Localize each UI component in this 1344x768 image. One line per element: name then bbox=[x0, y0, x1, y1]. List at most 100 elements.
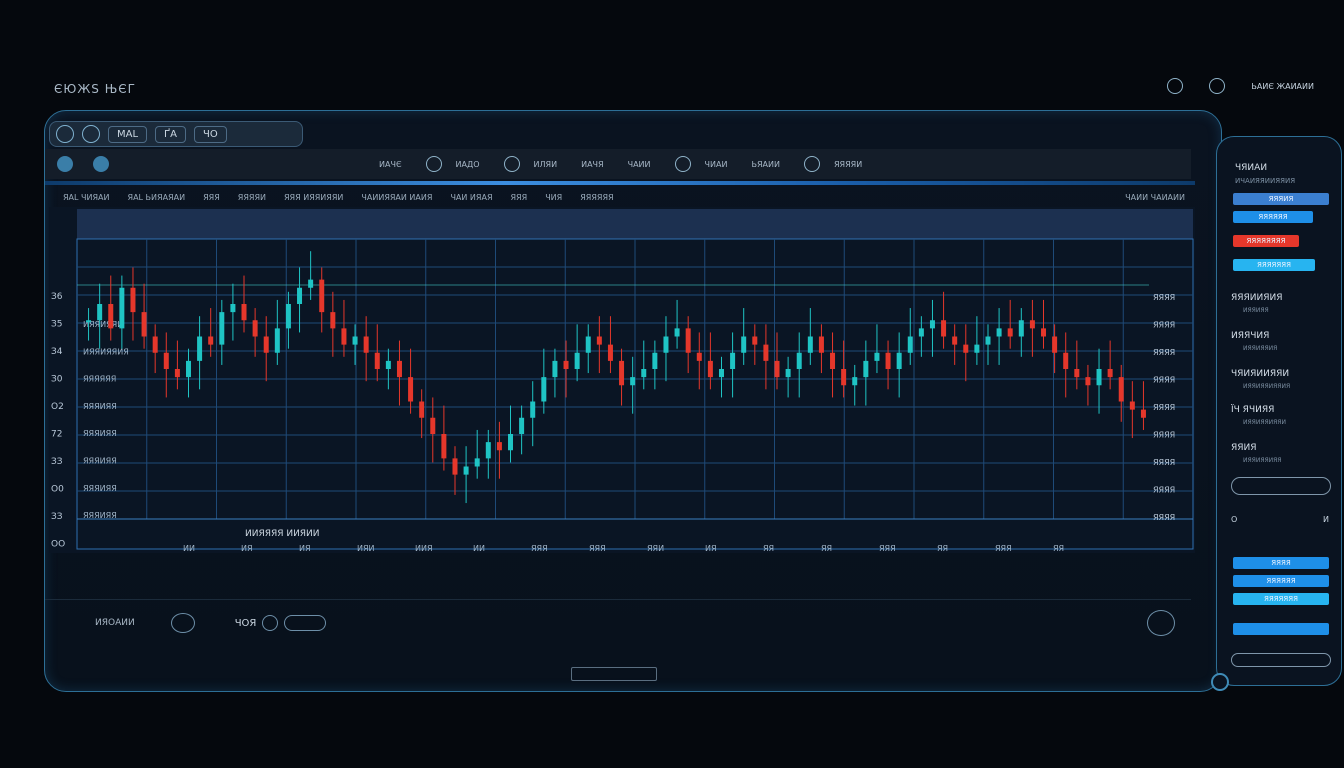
chart-icon[interactable] bbox=[425, 156, 442, 172]
candle-body bbox=[363, 336, 369, 353]
candle-body bbox=[452, 458, 458, 475]
toolbar-item[interactable]: ЧИАИ bbox=[705, 160, 728, 169]
candle-body bbox=[674, 328, 680, 337]
panel-range: О И bbox=[1231, 515, 1329, 524]
panel-bottom-button[interactable]: ЯЯЯЯЯЯ bbox=[1233, 575, 1329, 587]
toolbar: ИАЧЄ ИАДО ИЛЯИ ИАЧЯ ЧАИИ ЧИАИ ЬЯАИИ ЯЯЯЯ… bbox=[45, 149, 1191, 179]
candle-body bbox=[530, 401, 536, 418]
refresh-icon[interactable] bbox=[82, 125, 100, 143]
candle-body bbox=[396, 360, 402, 378]
toolbar-item[interactable]: ИАДО bbox=[456, 160, 480, 169]
candle-body bbox=[219, 312, 225, 345]
candle-body bbox=[774, 360, 780, 378]
candle-body bbox=[1085, 377, 1091, 386]
play-icon[interactable] bbox=[170, 613, 195, 633]
tab-secondary[interactable]: ҐА bbox=[155, 125, 186, 143]
panel-item[interactable]: ЧЯИЯИИЯЯИ bbox=[1231, 369, 1289, 379]
candle-body bbox=[863, 360, 869, 378]
target-icon[interactable] bbox=[803, 156, 820, 172]
back-icon[interactable] bbox=[56, 125, 74, 143]
lock-icon[interactable] bbox=[1167, 78, 1184, 94]
top-right-controls: ЬАИЄ ЖАИАИИ bbox=[1167, 78, 1314, 94]
x-tick-label: ИИ bbox=[183, 544, 195, 553]
toolbar-item[interactable]: ИЛЯИ bbox=[534, 160, 558, 169]
panel-bottom-button[interactable]: ЯЯЯЯЯЯЯ bbox=[1233, 593, 1329, 605]
left-series-label: ЯЯЯИЯЯ bbox=[83, 402, 117, 411]
candle-body bbox=[1129, 401, 1135, 410]
info-item: ЧАИИЯЯАИ ИАИЯ bbox=[361, 192, 433, 202]
candlestick-chart[interactable]: З6 З5 З4 З0 О2 72 ЗЗ О0 ЗЗ ОО ИЯЯИЯЯИ ИЯЯИЯЯИЯ ЯЯЯЯЯ… bbox=[49, 207, 1195, 553]
tab-third[interactable]: ЧО bbox=[194, 125, 227, 143]
candle-body bbox=[1063, 352, 1069, 369]
info-item: ЯАL ЧИЯАИ bbox=[63, 192, 110, 202]
candle-body bbox=[308, 279, 314, 288]
candle-body bbox=[274, 328, 280, 353]
candle-body bbox=[1029, 320, 1035, 329]
toolbar-item[interactable]: ЧАИИ bbox=[628, 160, 651, 169]
main-window: МАL ҐА ЧО ИАЧЄ ИАДО ИЛЯИ ИАЧЯ ЧАИИ ЧИАИ … bbox=[44, 110, 1222, 692]
candle-body bbox=[796, 352, 802, 369]
toolbar-item[interactable]: ЬЯАИИ bbox=[751, 160, 780, 169]
info-item: ЯЯЯ bbox=[203, 192, 220, 202]
candle-body bbox=[519, 417, 525, 434]
globe-icon[interactable] bbox=[674, 156, 691, 172]
panel-button[interactable]: ЯЯЯИЯ bbox=[1233, 193, 1329, 205]
candle-body bbox=[463, 466, 469, 475]
candle-body bbox=[574, 352, 580, 369]
panel-item-sub: ИЯЯИЯЯИЯЯ bbox=[1243, 457, 1282, 464]
candle-body bbox=[974, 344, 980, 353]
toolbar-item[interactable]: ЯЯЯЯИ bbox=[834, 160, 862, 169]
candle-body bbox=[996, 328, 1002, 337]
candle-body bbox=[541, 377, 547, 402]
panel-item[interactable]: ЇЧ ЯЧИЯЯ bbox=[1231, 405, 1274, 415]
camera-icon[interactable] bbox=[1147, 610, 1175, 636]
tab-main[interactable]: МАL bbox=[108, 125, 148, 143]
candle-body bbox=[952, 336, 958, 345]
timeline-icon[interactable] bbox=[284, 615, 327, 631]
panel-button[interactable]: ЯЯЯЯЯЯ bbox=[1233, 211, 1313, 223]
settings-icon[interactable] bbox=[93, 156, 109, 172]
toolbar-item[interactable]: ИАЧЯ bbox=[581, 160, 604, 169]
panel-button[interactable]: ЯЯЯЯЯЯЯ bbox=[1233, 259, 1315, 271]
candle-body bbox=[963, 344, 969, 353]
candle-body bbox=[596, 336, 602, 345]
info-item: ЯАL ЬИЯАЯАИ bbox=[127, 192, 186, 202]
panel-item[interactable]: ЯЯЯИИЯИЯ bbox=[1231, 293, 1282, 303]
candle-body bbox=[752, 336, 758, 345]
home-icon[interactable] bbox=[57, 156, 73, 172]
candle-body bbox=[1007, 328, 1013, 337]
candle-body bbox=[130, 287, 136, 313]
toolbar-item[interactable]: ИАЧЄ bbox=[379, 160, 402, 169]
panel-item[interactable]: ИЯЯЧИЯ bbox=[1231, 331, 1269, 341]
candle-body bbox=[663, 336, 669, 353]
panel-bottom-button[interactable]: ЯЯЯЯ bbox=[1233, 557, 1329, 569]
candle-body bbox=[474, 458, 480, 467]
info-item: ЯЯЯ bbox=[510, 192, 528, 202]
x-tick-label: ИИЯ bbox=[415, 544, 433, 553]
panel-bottom-button[interactable] bbox=[1233, 623, 1329, 635]
bottom-chart-label: ИИЯЯЯЯ ИИЯИИ bbox=[245, 529, 320, 539]
candle-body bbox=[552, 360, 558, 378]
candle-body bbox=[330, 312, 336, 329]
x-tick-label: ИЯ bbox=[241, 544, 253, 553]
x-tick-label: ИЯИ bbox=[357, 544, 375, 553]
panel-item[interactable]: ЯЯИЯ bbox=[1231, 443, 1257, 453]
clock-icon[interactable] bbox=[262, 615, 279, 631]
right-price-label: ЯЯЯЯ bbox=[1153, 458, 1175, 467]
scroll-handle[interactable] bbox=[571, 667, 657, 681]
candle-body bbox=[607, 344, 613, 361]
candle-body bbox=[874, 352, 880, 361]
user-icon[interactable] bbox=[1209, 78, 1226, 94]
candle-body bbox=[119, 287, 125, 329]
panel-slider[interactable] bbox=[1231, 477, 1331, 495]
compass-icon[interactable] bbox=[503, 156, 520, 172]
panel-subtitle: ИЧАИЯЯИИЯЯИЯ bbox=[1235, 177, 1296, 185]
panel-alert-button[interactable]: ЯЯЯЯЯЯЯЯ bbox=[1233, 235, 1299, 247]
resize-handle[interactable] bbox=[1211, 673, 1229, 691]
footer-left-label: ИЯОАИИ bbox=[95, 618, 135, 628]
panel-slider-bottom[interactable] bbox=[1231, 653, 1331, 667]
chart-svg[interactable]: З6З5З4З0О272ЗЗО0ЗЗООИЯЯИЯЯИИЯЯИЯЯИЯЯЯЯЯЯ… bbox=[49, 207, 1195, 553]
candle-body bbox=[1118, 377, 1124, 402]
candle-body bbox=[585, 336, 591, 353]
info-item: ЯЯЯЯИ bbox=[237, 192, 266, 202]
